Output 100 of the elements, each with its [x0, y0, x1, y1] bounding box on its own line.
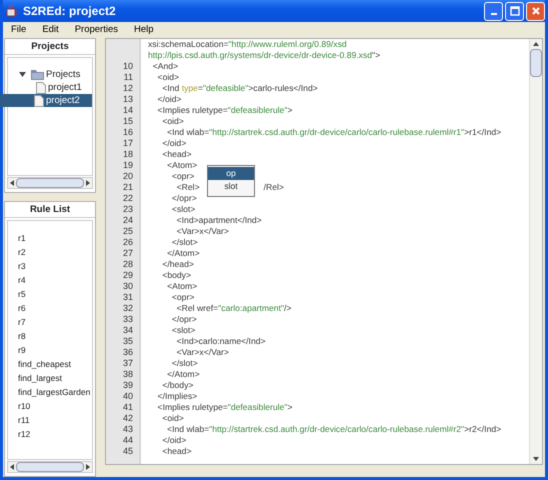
expand-triangle-icon[interactable]: [19, 71, 26, 78]
line-number: 25: [122, 226, 133, 236]
line-number: 36: [122, 347, 133, 357]
minimize-icon: [490, 13, 496, 15]
menu-item[interactable]: Edit: [34, 24, 67, 35]
code-line: <Atom>: [166, 281, 198, 292]
code-text: /Rel>: [264, 182, 284, 192]
line-number: 45: [122, 446, 133, 456]
horizontal-scrollbar[interactable]: [7, 177, 93, 189]
coffee-cup-icon: [5, 4, 19, 18]
line-number: 18: [122, 149, 133, 159]
close-button[interactable]: [526, 2, 545, 20]
code-line: </head>: [161, 259, 194, 270]
line-number: 16: [122, 127, 133, 137]
line-number: 10: [122, 61, 133, 71]
code-line: <Ind>apartment</Ind>: [176, 215, 262, 226]
code-line: <Var>x</Var>: [176, 226, 229, 237]
code-line: </body>: [161, 380, 194, 391]
menu-item[interactable]: Properties: [66, 24, 126, 35]
rule-list-item[interactable]: r4: [18, 273, 92, 287]
code-editor[interactable]: [105, 38, 543, 465]
code-line: </Atom>: [166, 248, 200, 259]
maximize-icon: [510, 6, 520, 16]
menu-item[interactable]: Help: [126, 24, 162, 35]
line-number: 13: [122, 94, 133, 104]
autocomplete-item[interactable]: op: [208, 167, 254, 180]
horizontal-scrollbar[interactable]: [7, 461, 93, 473]
rule-list-item[interactable]: find_cheapest: [18, 357, 92, 371]
code-line: <slot>: [170, 325, 196, 336]
line-number: 43: [122, 424, 133, 434]
line-number: 23: [122, 204, 133, 214]
rule-list-item[interactable]: r12: [18, 427, 92, 441]
code-line: </Atom>: [166, 369, 200, 380]
right-arrow-icon[interactable]: [86, 464, 90, 470]
rule-list-item[interactable]: r3: [18, 259, 92, 273]
maximize-button[interactable]: [505, 2, 524, 20]
line-number: 12: [122, 83, 133, 93]
line-number: 15: [122, 116, 133, 126]
line-number: 11: [124, 72, 133, 82]
rule-list-item[interactable]: r2: [18, 245, 92, 259]
rule-list-item[interactable]: r10: [18, 399, 92, 413]
tree-item[interactable]: project2: [0, 94, 92, 107]
rule-list-item[interactable]: r11: [18, 413, 92, 427]
code-line: </slot>: [170, 358, 198, 369]
scroll-thumb[interactable]: [530, 49, 542, 77]
window-title: S2REd: project2: [23, 4, 117, 18]
line-number: 34: [122, 325, 133, 335]
line-number: 44: [122, 435, 133, 445]
left-arrow-icon[interactable]: [10, 464, 14, 470]
autocomplete-item[interactable]: slot: [208, 180, 254, 193]
code-line: <slot>: [170, 204, 196, 215]
down-arrow-icon[interactable]: [533, 457, 539, 461]
code-line: <oid>: [161, 413, 184, 424]
code-line: </oid>: [161, 138, 186, 149]
vertical-scrollbar[interactable]: [529, 39, 542, 464]
tree-item[interactable]: Projects: [29, 68, 82, 81]
code-line: <head>: [161, 446, 192, 457]
code-line: http://lpis.csd.auth.gr/systems/dr-device/dr-device-0.89.xsd">: [148, 50, 380, 61]
minimize-button[interactable]: [484, 2, 503, 20]
code-line: <Ind wlab="http://startrek.csd.auth.gr/dr-device/carlo/carlo-rulebase.ruleml#r2">r2</Ind>: [166, 424, 502, 435]
right-arrow-icon[interactable]: [86, 180, 90, 186]
rule-list-item[interactable]: r9: [18, 343, 92, 357]
rule-list-item[interactable]: find_largestGarden: [18, 385, 92, 399]
line-number: 42: [122, 413, 133, 423]
up-arrow-icon[interactable]: [533, 42, 539, 46]
line-number: 31: [122, 292, 133, 302]
rule-list-item[interactable]: r8: [18, 329, 92, 343]
file-icon: [36, 82, 46, 94]
code-line: <opr>: [170, 171, 194, 182]
line-number: 33: [122, 314, 133, 324]
rule-list-item[interactable]: r6: [18, 301, 92, 315]
code-line: </oid>: [161, 435, 186, 446]
code-line: <oid>: [156, 72, 180, 83]
file-icon: [34, 94, 44, 106]
code-line: <Rel wref="carlo:apartment"/>: [176, 303, 292, 314]
rule-list-item[interactable]: r1: [18, 231, 92, 245]
code-line: </Implies>: [156, 391, 198, 402]
line-number: 37: [122, 358, 133, 368]
line-number: 38: [122, 369, 133, 379]
tree-item[interactable]: project1: [34, 81, 84, 94]
line-number: 28: [122, 259, 133, 269]
line-number: 40: [122, 391, 133, 401]
code-line: <Implies ruletype="defeasiblerule">: [156, 105, 292, 116]
rule-list-item[interactable]: r7: [18, 315, 92, 329]
rule-list-item[interactable]: r5: [18, 287, 92, 301]
line-number: 24: [122, 215, 133, 225]
code-line: <Implies ruletype="defeasiblerule">: [156, 402, 292, 413]
menu-item[interactable]: File: [3, 24, 34, 35]
code-line: </slot>: [170, 237, 198, 248]
line-number: 17: [122, 138, 133, 148]
line-number: 41: [122, 402, 133, 412]
code-text: <Rel>: [176, 182, 200, 192]
line-number: 30: [122, 281, 133, 291]
code-line: <head>: [161, 149, 192, 160]
code-line: <oid>: [161, 116, 184, 127]
left-arrow-icon[interactable]: [10, 180, 14, 186]
code-line: </opr>: [170, 193, 197, 204]
code-line: <Var>x</Var>: [176, 347, 229, 358]
rule-list-item[interactable]: find_largest: [18, 371, 92, 385]
panel-title: Rule List: [5, 202, 95, 218]
